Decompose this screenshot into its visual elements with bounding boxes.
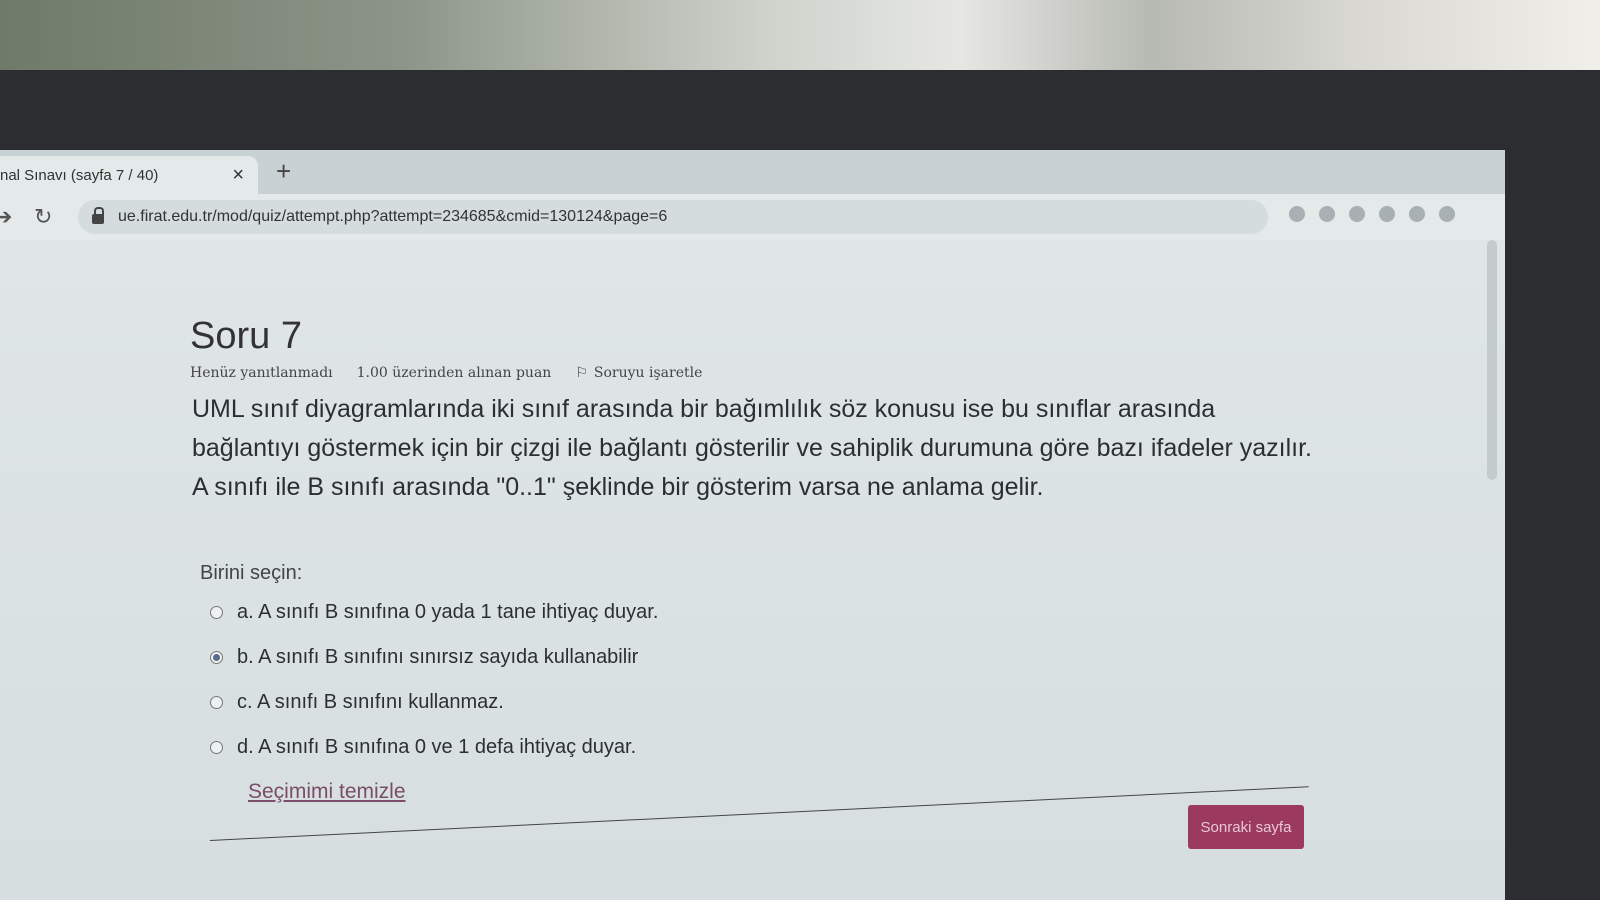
translate-icon[interactable] xyxy=(1289,206,1305,222)
page-content: Soru 7 Henüz yanıtlanmadı 1.00 üzerinden… xyxy=(0,240,1505,900)
forward-icon[interactable]: ➔ xyxy=(0,204,12,230)
answer-list: a. A sınıfı B sınıfına 0 yada 1 tane iht… xyxy=(210,590,658,770)
puzzle-icon[interactable] xyxy=(1409,206,1425,222)
flag-icon: ⚐ xyxy=(575,365,588,381)
answer-option-a[interactable]: a. A sınıfı B sınıfına 0 yada 1 tane iht… xyxy=(210,590,658,635)
clear-selection-link[interactable]: Seçimimi temizle xyxy=(248,780,406,804)
tab-quiz[interactable]: nal Sınavı (sayfa 7 / 40) × xyxy=(0,156,258,194)
extension-icon[interactable] xyxy=(1379,206,1395,222)
radio-c[interactable] xyxy=(210,696,223,709)
address-bar[interactable]: ue.firat.edu.tr/mod/quiz/attempt.php?att… xyxy=(78,200,1268,234)
question-title: Soru 7 xyxy=(190,315,302,357)
lock-icon xyxy=(92,207,104,224)
zoom-icon[interactable] xyxy=(1319,206,1335,222)
star-icon[interactable] xyxy=(1349,206,1365,222)
answer-label: c. A sınıfı B sınıfını kullanmaz. xyxy=(237,691,504,713)
answer-option-d[interactable]: d. A sınıfı B sınıfına 0 ve 1 defa ihtiy… xyxy=(210,725,658,770)
answer-label: b. A sınıfı B sınıfını sınırsız sayıda k… xyxy=(237,646,639,668)
url-text: ue.firat.edu.tr/mod/quiz/attempt.php?att… xyxy=(118,208,668,225)
answer-label: d. A sınıfı B sınıfına 0 ve 1 defa ihtiy… xyxy=(237,736,637,758)
tab-strip: nal Sınavı (sayfa 7 / 40) × + xyxy=(0,150,1505,194)
answer-label: a. A sınıfı B sınıfına 0 yada 1 tane iht… xyxy=(237,601,659,623)
radio-b[interactable] xyxy=(210,651,223,664)
reload-icon[interactable]: ↻ xyxy=(34,204,52,230)
question-text: UML sınıf diyagramlarında iki sınıf aras… xyxy=(192,395,1312,501)
answer-option-c[interactable]: c. A sınıfı B sınıfını kullanmaz. xyxy=(210,680,658,725)
toolbar-icons xyxy=(1289,206,1455,222)
question-status: Henüz yanıtlanmadı xyxy=(190,365,333,381)
radio-d[interactable] xyxy=(210,741,223,754)
close-icon[interactable]: × xyxy=(232,164,244,187)
avatar[interactable] xyxy=(1439,206,1455,222)
next-page-button[interactable]: Sonraki sayfa xyxy=(1188,805,1304,849)
question-points: 1.00 üzerinden alınan puan xyxy=(356,365,552,381)
browser-toolbar: ➔ ↻ ue.firat.edu.tr/mod/quiz/attempt.php… xyxy=(0,194,1505,240)
scrollbar[interactable] xyxy=(1487,240,1497,480)
new-tab-icon[interactable]: + xyxy=(276,156,291,187)
tab-title: nal Sınavı (sayfa 7 / 40) xyxy=(0,166,159,184)
flag-question-link[interactable]: ⚐ Soruyu işaretle xyxy=(575,365,702,381)
question-meta: Henüz yanıtlanmadı 1.00 üzerinden alınan… xyxy=(190,365,702,381)
choose-label: Birini seçin: xyxy=(200,562,303,584)
browser-window: nal Sınavı (sayfa 7 / 40) × + ➔ ↻ ue.fir… xyxy=(0,150,1505,900)
answer-option-b[interactable]: b. A sınıfı B sınıfını sınırsız sayıda k… xyxy=(210,635,658,680)
radio-a[interactable] xyxy=(210,606,223,619)
flag-label: Soruyu işaretle xyxy=(593,365,703,381)
